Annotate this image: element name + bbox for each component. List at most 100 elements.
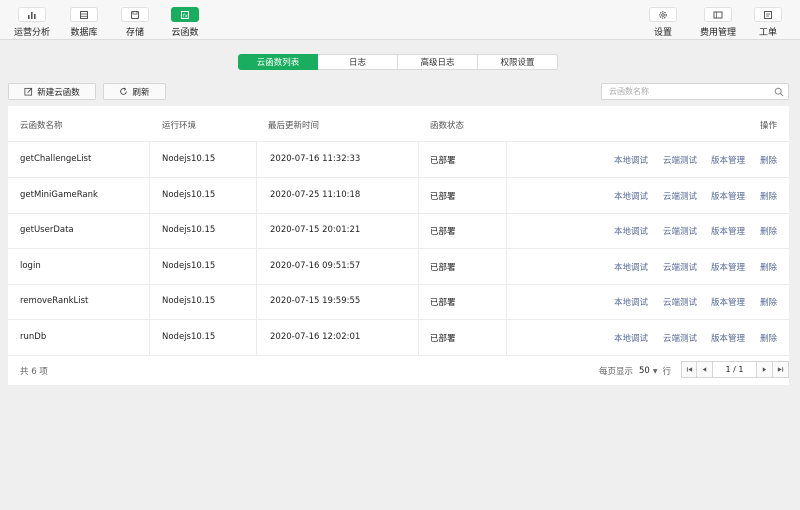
delete-link[interactable]: 删除 [760, 190, 777, 202]
local-debug-link[interactable]: 本地调试 [614, 225, 648, 237]
function-runtime: Nodejs10.15 [162, 154, 216, 164]
search-input[interactable] [602, 84, 772, 99]
local-debug-link[interactable]: 本地调试 [614, 261, 648, 273]
cloud-test-link[interactable]: 云端测试 [663, 154, 697, 166]
header-name: 云函数名称 [20, 121, 63, 131]
function-tabs: 云函数列表 日志 高级日志 权限设置 [238, 54, 558, 70]
header-updated: 最后更新时间 [268, 121, 320, 131]
refresh-icon [120, 87, 128, 95]
version-management-link[interactable]: 版本管理 [711, 154, 745, 166]
tab-function-list[interactable]: 云函数列表 [238, 54, 318, 70]
version-management-link[interactable]: 版本管理 [711, 332, 745, 344]
delete-link[interactable]: 删除 [760, 261, 777, 273]
tab-permissions[interactable]: 权限设置 [478, 54, 558, 70]
toolbar-settings-label: 设置 [653, 28, 672, 38]
toolbar-storage-label: 存储 [125, 28, 144, 38]
cloud-test-link[interactable]: 云端测试 [663, 332, 697, 344]
delete-link[interactable]: 删除 [760, 225, 777, 237]
function-name: getChallengeList [20, 154, 92, 164]
function-updated-time: 2020-07-25 11:10:18 [270, 190, 361, 200]
cloud-test-link[interactable]: 云端测试 [663, 261, 697, 273]
next-page-button[interactable] [757, 361, 773, 378]
version-management-link[interactable]: 版本管理 [711, 261, 745, 273]
ticket-icon [754, 7, 782, 22]
page-indicator: 1 / 1 [713, 361, 757, 378]
cloud-test-link[interactable]: 云端测试 [663, 296, 697, 308]
prev-page-button[interactable] [697, 361, 713, 378]
cloud-test-link[interactable]: 云端测试 [663, 225, 697, 237]
refresh-button[interactable]: 刷新 [103, 83, 166, 100]
function-name: removeRankList [20, 296, 89, 306]
toolbar-ticket-button[interactable]: 工单 [754, 7, 782, 38]
last-page-icon [777, 367, 784, 372]
bar-chart-icon [18, 7, 46, 22]
function-status: 已部署 [430, 298, 456, 308]
per-page-unit: 行 [662, 367, 671, 377]
new-function-button[interactable]: 新建云函数 [8, 83, 96, 100]
function-runtime: Nodejs10.15 [162, 261, 216, 271]
toolbar-database-button[interactable]: 数据库 [70, 7, 98, 38]
local-debug-link[interactable]: 本地调试 [614, 296, 648, 308]
version-management-link[interactable]: 版本管理 [711, 190, 745, 202]
function-runtime: Nodejs10.15 [162, 225, 216, 235]
table-row: getMiniGameRank Nodejs10.15 2020-07-25 1… [8, 178, 789, 214]
storage-icon [121, 7, 149, 22]
version-management-link[interactable]: 版本管理 [711, 296, 745, 308]
first-page-button[interactable] [681, 361, 697, 378]
next-page-icon [762, 367, 767, 372]
toolbar-cloud-function-button[interactable]: fx 云函数 [171, 7, 199, 38]
top-toolbar: 运营分析 数据库 存储 fx 云函数 设置 费用管理 工单 [0, 0, 800, 40]
per-page-label: 每页显示 [599, 367, 634, 377]
header-operations: 操作 [760, 121, 778, 131]
tab-logs[interactable]: 日志 [318, 54, 398, 70]
function-name: getMiniGameRank [20, 190, 98, 200]
toolbar-billing-button[interactable]: 费用管理 [700, 7, 736, 38]
toolbar-ticket-label: 工单 [758, 28, 777, 38]
function-name: getUserData [20, 225, 74, 235]
delete-link[interactable]: 删除 [760, 296, 777, 308]
function-name: login [20, 261, 41, 271]
function-runtime: Nodejs10.15 [162, 296, 216, 306]
local-debug-link[interactable]: 本地调试 [614, 154, 648, 166]
new-function-label: 新建云函数 [37, 87, 80, 98]
toolbar-settings-button[interactable]: 设置 [649, 7, 677, 38]
version-management-link[interactable]: 版本管理 [711, 225, 745, 237]
function-updated-time: 2020-07-15 20:01:21 [270, 225, 361, 235]
local-debug-link[interactable]: 本地调试 [614, 190, 648, 202]
delete-link[interactable]: 删除 [760, 332, 777, 344]
table-row: getChallengeList Nodejs10.15 2020-07-16 … [8, 142, 789, 178]
local-debug-link[interactable]: 本地调试 [614, 332, 648, 344]
table-row: removeRankList Nodejs10.15 2020-07-15 19… [8, 284, 789, 320]
function-status: 已部署 [430, 263, 456, 273]
per-page-value[interactable]: 50 [639, 366, 650, 376]
database-icon [70, 7, 98, 22]
header-status: 函数状态 [430, 121, 465, 131]
table-row: runDb Nodejs10.15 2020-07-16 12:02:01 已部… [8, 320, 789, 356]
caret-down-icon[interactable]: ▼ [653, 368, 658, 375]
gear-icon [649, 7, 677, 22]
cloud-test-link[interactable]: 云端测试 [663, 190, 697, 202]
function-updated-time: 2020-07-16 12:02:01 [270, 332, 361, 342]
tab-advanced-logs[interactable]: 高级日志 [398, 54, 478, 70]
toolbar-storage-button[interactable]: 存储 [121, 7, 149, 38]
toolbar-cloud-function-label: 云函数 [171, 28, 199, 38]
delete-link[interactable]: 删除 [760, 154, 777, 166]
per-page-selector: 每页显示 50 ▼ 行 [599, 365, 671, 377]
function-runtime: Nodejs10.15 [162, 190, 216, 200]
svg-text:fx: fx [183, 13, 188, 19]
last-page-button[interactable] [773, 361, 789, 378]
search-icon[interactable] [774, 87, 784, 97]
cloud-function-icon: fx [171, 7, 199, 22]
function-status: 已部署 [430, 334, 456, 344]
function-table: 云函数名称 运行环境 最后更新时间 函数状态 操作 getChallengeLi… [8, 106, 789, 385]
function-runtime: Nodejs10.15 [162, 332, 216, 342]
edit-icon [24, 87, 33, 96]
function-updated-time: 2020-07-15 19:59:55 [270, 296, 361, 306]
toolbar-analytics-button[interactable]: 运营分析 [14, 7, 50, 38]
function-status: 已部署 [430, 156, 456, 166]
search-box [601, 83, 789, 100]
function-updated-time: 2020-07-16 11:32:33 [270, 154, 361, 164]
function-status: 已部署 [430, 192, 456, 202]
toolbar-billing-label: 费用管理 [700, 28, 737, 38]
refresh-label: 刷新 [132, 87, 150, 98]
